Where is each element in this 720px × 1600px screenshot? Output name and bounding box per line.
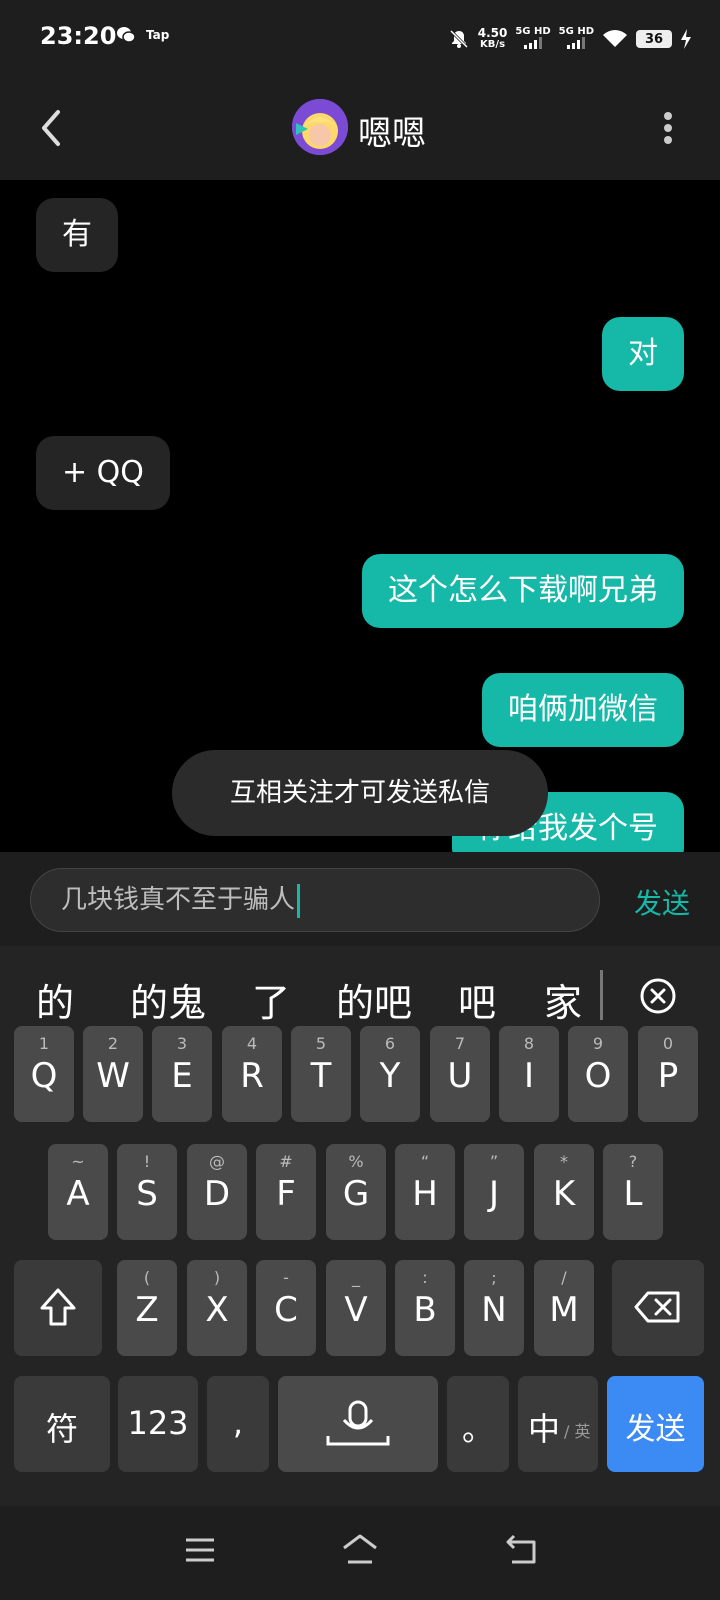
status-time: 23:20 <box>40 22 117 50</box>
system-nav-bar <box>0 1506 720 1600</box>
send-button[interactable]: 发送 <box>634 882 690 922</box>
comma-key[interactable]: , <box>207 1376 269 1472</box>
key-i[interactable]: 8I <box>499 1026 559 1122</box>
back-nav-icon[interactable] <box>504 1532 540 1566</box>
key-r[interactable]: 4R <box>222 1026 282 1122</box>
keyboard-send-key[interactable]: 发送 <box>607 1376 704 1472</box>
signal-bars-icon <box>567 36 586 49</box>
key-w[interactable]: 2W <box>83 1026 143 1122</box>
mute-bell-icon <box>449 29 468 49</box>
back-arrow-icon[interactable] <box>36 106 66 150</box>
message-input-value: 几块钱真不至于骗人 <box>61 885 296 915</box>
signal-1: 5G HD <box>515 26 551 52</box>
key-t[interactable]: 5T <box>291 1026 351 1122</box>
key-c[interactable]: -C <box>256 1260 316 1356</box>
close-candidates-icon[interactable] <box>638 976 678 1016</box>
chat-header: 嗯嗯 <box>0 78 720 180</box>
home-icon[interactable] <box>340 1532 380 1566</box>
key-o[interactable]: 9O <box>568 1026 628 1122</box>
key-m[interactable]: / M <box>534 1260 594 1356</box>
avatar[interactable] <box>292 99 348 155</box>
key-l[interactable]: ? L <box>603 1144 663 1240</box>
key-p[interactable]: 0P <box>638 1026 698 1122</box>
candidate-word[interactable]: 了 <box>252 972 290 1027</box>
key-u[interactable]: 7U <box>430 1026 490 1122</box>
microphone-icon <box>326 1400 390 1446</box>
candidate-word[interactable]: 吧 <box>458 972 496 1027</box>
wifi-icon <box>603 30 627 47</box>
message-bubble-outgoing[interactable]: 这个怎么下载啊兄弟 <box>362 554 684 628</box>
key-s[interactable]: ! S <box>117 1144 177 1240</box>
key-q[interactable]: 1Q <box>14 1026 74 1122</box>
net-speed: 4.50 KB/s <box>477 26 508 50</box>
backspace-icon <box>634 1291 680 1323</box>
period-key[interactable]: 。 <box>447 1376 509 1472</box>
signal-2: 5G HD <box>559 26 594 52</box>
key-y[interactable]: 6Y <box>360 1026 420 1122</box>
shift-key[interactable] <box>14 1260 102 1356</box>
chat-title: 嗯嗯 <box>358 114 426 154</box>
language-switch-key[interactable]: 中 / 英 <box>518 1376 598 1472</box>
space-key[interactable] <box>278 1376 438 1472</box>
key-j[interactable]: ” J <box>464 1144 524 1240</box>
message-list[interactable]: 有 对 + QQ 这个怎么下载啊兄弟 咱俩加微信 你给我发个号 互相关注才可发送… <box>0 180 720 852</box>
key-b[interactable]: :B <box>395 1260 455 1356</box>
symbols-key[interactable]: 符 <box>14 1376 110 1472</box>
candidate-word[interactable]: 的吧 <box>336 972 412 1027</box>
key-a[interactable]: ~ A <box>48 1144 108 1240</box>
key-d[interactable]: @ D <box>187 1144 247 1240</box>
message-bubble-incoming[interactable]: 有 <box>36 198 118 272</box>
key-f[interactable]: # F <box>256 1144 316 1240</box>
toast-message: 互相关注才可发送私信 <box>172 750 548 836</box>
charging-icon <box>681 29 691 49</box>
candidate-divider <box>600 970 603 1020</box>
compose-bar: 几块钱真不至于骗人 发送 <box>0 852 720 946</box>
message-bubble-outgoing[interactable]: 对 <box>602 317 684 391</box>
wechat-icon <box>117 27 136 43</box>
key-e[interactable]: 3E <box>152 1026 212 1122</box>
message-bubble-outgoing[interactable]: 咱俩加微信 <box>482 673 684 747</box>
key-k[interactable]: * K <box>534 1144 594 1240</box>
candidate-word[interactable]: 的 <box>36 972 74 1027</box>
soft-keyboard: 的 的鬼 了 的吧 吧 家 1Q 2W 3E 4R 5T 6Y 7U 8I 9O… <box>0 946 720 1600</box>
numbers-key[interactable]: 123 <box>118 1376 198 1472</box>
message-input[interactable]: 几块钱真不至于骗人 <box>30 868 600 932</box>
candidate-word[interactable]: 的鬼 <box>130 972 206 1027</box>
signal-bars-icon <box>524 36 542 49</box>
key-n[interactable]: ; N <box>464 1260 524 1356</box>
status-bar: 23:20 Tap 4.50 KB/s 5G HD 5G HD 36 <box>0 0 720 78</box>
message-bubble-incoming[interactable]: + QQ <box>36 436 170 510</box>
shift-arrow-icon <box>40 1288 76 1326</box>
text-caret <box>297 883 301 918</box>
key-h[interactable]: “H <box>395 1144 455 1240</box>
battery-indicator: 36 <box>636 30 672 48</box>
key-x[interactable]: ) X <box>187 1260 247 1356</box>
more-vertical-icon[interactable] <box>660 108 676 148</box>
key-g[interactable]: % G <box>326 1144 386 1240</box>
candidate-word[interactable]: 家 <box>544 972 582 1027</box>
menu-icon[interactable] <box>184 1536 216 1564</box>
avatar-illustration <box>292 99 348 155</box>
backspace-key[interactable] <box>612 1260 704 1356</box>
key-v[interactable]: _ V <box>326 1260 386 1356</box>
status-indicators: 4.50 KB/s 5G HD 5G HD 36 <box>448 22 692 56</box>
tap-app-icon: Tap <box>146 28 170 42</box>
key-z[interactable]: (Z <box>117 1260 177 1356</box>
